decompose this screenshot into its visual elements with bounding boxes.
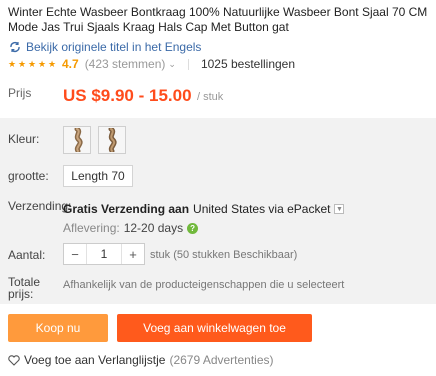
star-icon: ★ bbox=[8, 59, 17, 69]
delivery-info: Aflevering: 12-20 days ? bbox=[63, 221, 199, 235]
size-option[interactable]: Length 70 bbox=[63, 165, 133, 187]
chevron-down-icon[interactable]: ▼ bbox=[334, 204, 345, 214]
size-label: grootte: bbox=[8, 169, 49, 183]
quantity-input[interactable]: 1 bbox=[86, 244, 122, 264]
delivery-label: Aflevering: bbox=[63, 221, 120, 235]
shipping-info: Gratis Verzending aan United States via … bbox=[63, 202, 345, 216]
product-title: Winter Echte Wasbeer Bontkraag 100% Natu… bbox=[8, 5, 428, 34]
buy-now-button[interactable]: Koop nu bbox=[8, 314, 108, 342]
price-row: Prijs US $9.90 - 15.00 / stuk bbox=[0, 78, 436, 114]
price-unit: / stuk bbox=[197, 91, 224, 103]
add-to-cart-button[interactable]: Voeg aan winkelwagen toe bbox=[117, 314, 312, 342]
color-label: Kleur: bbox=[8, 132, 40, 146]
price-value: US $9.90 - 15.00 bbox=[63, 86, 192, 105]
stock-available: stuk (50 stukken Beschikbaar) bbox=[150, 249, 298, 261]
quantity-plus-button[interactable]: + bbox=[122, 244, 144, 264]
star-icon: ★ bbox=[48, 59, 57, 69]
quantity-stepper: − 1 + bbox=[63, 243, 145, 265]
quantity-label: Aantal: bbox=[8, 248, 46, 262]
shipping-label: Verzending: bbox=[8, 199, 72, 213]
rating-row: ★ ★ ★ ★ ★ 4.7 (423 stemmen) ⌄ 1025 beste… bbox=[8, 57, 295, 71]
orders-count: 1025 bestellingen bbox=[200, 57, 296, 71]
wishlist-count: (2679 Advertenties) bbox=[169, 353, 274, 367]
divider bbox=[187, 58, 189, 70]
rating-value: 4.7 bbox=[62, 57, 79, 71]
total-price-note: Afhankelijk van de producteigenschappen … bbox=[63, 279, 345, 291]
color-swatch-2[interactable] bbox=[98, 126, 126, 154]
help-icon[interactable]: ? bbox=[187, 222, 199, 234]
color-swatch-1[interactable] bbox=[63, 126, 91, 154]
fur-collar-thumbnail bbox=[108, 128, 117, 152]
wishlist-label: Voeg toe aan Verlanglijstje bbox=[24, 353, 166, 367]
price-label: Prijs bbox=[8, 86, 32, 100]
heart-icon bbox=[8, 354, 20, 366]
star-icon: ★ bbox=[28, 59, 37, 69]
rating-stars: ★ ★ ★ ★ ★ bbox=[8, 59, 58, 69]
chevron-down-icon[interactable]: ⌄ bbox=[168, 59, 176, 70]
view-original-title-link[interactable]: Bekijk originele titel in het Engels bbox=[8, 40, 201, 54]
fur-collar-thumbnail bbox=[74, 128, 83, 152]
votes-count[interactable]: (423 stemmen) bbox=[85, 57, 166, 71]
star-icon: ★ bbox=[18, 59, 27, 69]
total-price-label: Totale prijs: bbox=[8, 275, 41, 301]
add-to-wishlist-link[interactable]: Voeg toe aan Verlanglijstje (2679 Advert… bbox=[8, 353, 274, 367]
shipping-destination[interactable]: United States via ePacket bbox=[193, 202, 330, 216]
translate-icon bbox=[10, 41, 20, 53]
shipping-free-text: Gratis Verzending aan bbox=[63, 202, 190, 216]
view-original-label: Bekijk originele titel in het Engels bbox=[26, 40, 202, 54]
star-icon: ★ bbox=[38, 59, 47, 69]
quantity-minus-button[interactable]: − bbox=[64, 244, 86, 264]
delivery-value: 12-20 days bbox=[123, 221, 184, 235]
